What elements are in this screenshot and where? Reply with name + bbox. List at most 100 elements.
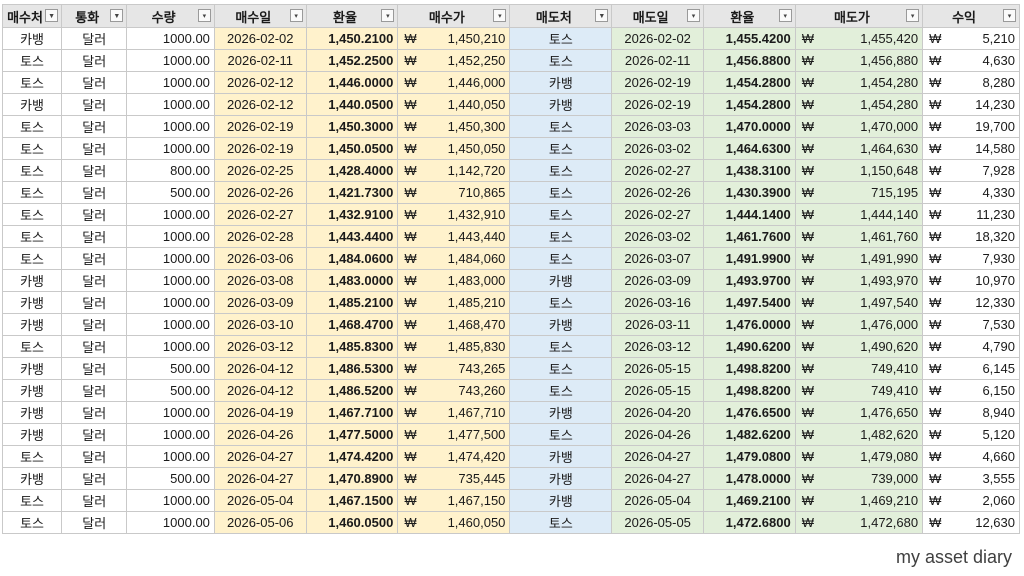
cell-currency[interactable]: 달러	[61, 27, 128, 50]
cell-sell-date[interactable]: 2026-03-02	[611, 137, 705, 160]
cell-buy-date[interactable]: 2026-04-27	[213, 467, 307, 490]
cell-sell-date[interactable]: 2026-02-27	[611, 159, 705, 182]
filter-dropdown-icon[interactable]: ▾	[687, 9, 701, 22]
cell-sell-rate[interactable]: 1,455.4200	[703, 27, 796, 50]
cell-buyer[interactable]: 토스	[1, 445, 63, 468]
cell-buy-date[interactable]: 2026-02-19	[213, 137, 307, 160]
cell-sell-price[interactable]: ₩1,490,620	[794, 335, 924, 358]
cell-buy-rate[interactable]: 1,477.5000	[305, 423, 399, 446]
cell-profit[interactable]: ₩3,555	[922, 467, 1020, 490]
cell-seller[interactable]: 토스	[509, 291, 613, 314]
cell-seller[interactable]: 토스	[509, 357, 613, 380]
cell-seller[interactable]: 카뱅	[509, 467, 613, 490]
cell-buy-date[interactable]: 2026-02-26	[213, 181, 307, 204]
cell-buy-price[interactable]: ₩1,474,420	[397, 445, 511, 468]
cell-sell-date[interactable]: 2026-05-04	[611, 489, 705, 512]
cell-currency[interactable]: 달러	[61, 401, 128, 424]
cell-sell-price[interactable]: ₩1,476,000	[794, 313, 924, 336]
cell-sell-date[interactable]: 2026-02-02	[611, 27, 705, 50]
cell-sell-price[interactable]: ₩1,493,970	[794, 269, 924, 292]
cell-seller[interactable]: 카뱅	[509, 71, 613, 94]
cell-buy-date[interactable]: 2026-03-09	[213, 291, 307, 314]
cell-sell-price[interactable]: ₩749,410	[794, 379, 924, 402]
cell-buy-rate[interactable]: 1,460.0500	[305, 511, 399, 534]
filter-active-icon[interactable]: ▼	[110, 9, 124, 22]
cell-buy-rate[interactable]: 1,421.7300	[305, 181, 399, 204]
cell-sell-rate[interactable]: 1,478.0000	[703, 467, 796, 490]
cell-currency[interactable]: 달러	[61, 445, 128, 468]
filter-active-icon[interactable]: ▼	[595, 9, 609, 22]
cell-sell-rate[interactable]: 1,461.7600	[703, 225, 796, 248]
cell-buy-date[interactable]: 2026-02-28	[213, 225, 307, 248]
cell-sell-date[interactable]: 2026-02-19	[611, 93, 705, 116]
cell-quantity[interactable]: 1000.00	[126, 27, 215, 50]
cell-profit[interactable]: ₩8,280	[922, 71, 1020, 94]
cell-quantity[interactable]: 1000.00	[126, 313, 215, 336]
cell-profit[interactable]: ₩7,930	[922, 247, 1020, 270]
cell-buyer[interactable]: 카뱅	[1, 313, 63, 336]
cell-buy-date[interactable]: 2026-03-12	[213, 335, 307, 358]
cell-buy-price[interactable]: ₩743,260	[397, 379, 511, 402]
cell-buyer[interactable]: 카뱅	[1, 401, 63, 424]
filter-dropdown-icon[interactable]: ▾	[778, 9, 792, 22]
cell-sell-price[interactable]: ₩1,456,880	[794, 49, 924, 72]
cell-sell-date[interactable]: 2026-02-27	[611, 203, 705, 226]
cell-buy-rate[interactable]: 1,486.5300	[305, 357, 399, 380]
cell-buy-date[interactable]: 2026-05-06	[213, 511, 307, 534]
cell-buyer[interactable]: 카뱅	[1, 467, 63, 490]
cell-quantity[interactable]: 500.00	[126, 357, 215, 380]
cell-sell-date[interactable]: 2026-04-27	[611, 467, 705, 490]
cell-buy-rate[interactable]: 1,450.2100	[305, 27, 399, 50]
cell-sell-rate[interactable]: 1,456.8800	[703, 49, 796, 72]
cell-quantity[interactable]: 1000.00	[126, 401, 215, 424]
filter-dropdown-icon[interactable]: ▾	[197, 9, 211, 22]
cell-buyer[interactable]: 토스	[1, 225, 63, 248]
cell-buy-rate[interactable]: 1,450.3000	[305, 115, 399, 138]
cell-sell-date[interactable]: 2026-05-15	[611, 357, 705, 380]
cell-sell-price[interactable]: ₩1,470,000	[794, 115, 924, 138]
cell-sell-date[interactable]: 2026-05-05	[611, 511, 705, 534]
cell-buy-price[interactable]: ₩1,468,470	[397, 313, 511, 336]
cell-buy-price[interactable]: ₩743,265	[397, 357, 511, 380]
cell-profit[interactable]: ₩18,320	[922, 225, 1020, 248]
cell-buy-rate[interactable]: 1,440.0500	[305, 93, 399, 116]
cell-buy-rate[interactable]: 1,483.0000	[305, 269, 399, 292]
cell-sell-price[interactable]: ₩1,454,280	[794, 71, 924, 94]
cell-currency[interactable]: 달러	[61, 291, 128, 314]
cell-sell-rate[interactable]: 1,438.3100	[703, 159, 796, 182]
cell-quantity[interactable]: 1000.00	[126, 335, 215, 358]
cell-buy-price[interactable]: ₩1,443,440	[397, 225, 511, 248]
filter-dropdown-icon[interactable]: ▾	[1003, 9, 1016, 22]
cell-sell-date[interactable]: 2026-02-19	[611, 71, 705, 94]
cell-buy-date[interactable]: 2026-03-10	[213, 313, 307, 336]
cell-seller[interactable]: 카뱅	[509, 93, 613, 116]
cell-sell-rate[interactable]: 1,493.9700	[703, 269, 796, 292]
cell-buyer[interactable]: 카뱅	[1, 269, 63, 292]
cell-profit[interactable]: ₩12,630	[922, 511, 1020, 534]
cell-profit[interactable]: ₩5,120	[922, 423, 1020, 446]
cell-buy-rate[interactable]: 1,467.1500	[305, 489, 399, 512]
cell-sell-price[interactable]: ₩1,150,648	[794, 159, 924, 182]
cell-currency[interactable]: 달러	[61, 269, 128, 292]
cell-quantity[interactable]: 1000.00	[126, 203, 215, 226]
cell-seller[interactable]: 카뱅	[509, 269, 613, 292]
cell-sell-date[interactable]: 2026-03-02	[611, 225, 705, 248]
cell-currency[interactable]: 달러	[61, 467, 128, 490]
cell-seller[interactable]: 토스	[509, 181, 613, 204]
cell-currency[interactable]: 달러	[61, 357, 128, 380]
cell-buy-price[interactable]: ₩1,142,720	[397, 159, 511, 182]
cell-buy-rate[interactable]: 1,468.4700	[305, 313, 399, 336]
cell-buy-date[interactable]: 2026-04-19	[213, 401, 307, 424]
cell-seller[interactable]: 토스	[509, 225, 613, 248]
cell-sell-rate[interactable]: 1,498.8200	[703, 357, 796, 380]
cell-currency[interactable]: 달러	[61, 93, 128, 116]
cell-sell-rate[interactable]: 1,472.6800	[703, 511, 796, 534]
cell-quantity[interactable]: 1000.00	[126, 511, 215, 534]
cell-seller[interactable]: 토스	[509, 203, 613, 226]
cell-sell-date[interactable]: 2026-02-11	[611, 49, 705, 72]
cell-buy-price[interactable]: ₩1,485,210	[397, 291, 511, 314]
cell-sell-rate[interactable]: 1,464.6300	[703, 137, 796, 160]
cell-sell-rate[interactable]: 1,444.1400	[703, 203, 796, 226]
cell-sell-date[interactable]: 2026-03-03	[611, 115, 705, 138]
cell-buyer[interactable]: 토스	[1, 335, 63, 358]
